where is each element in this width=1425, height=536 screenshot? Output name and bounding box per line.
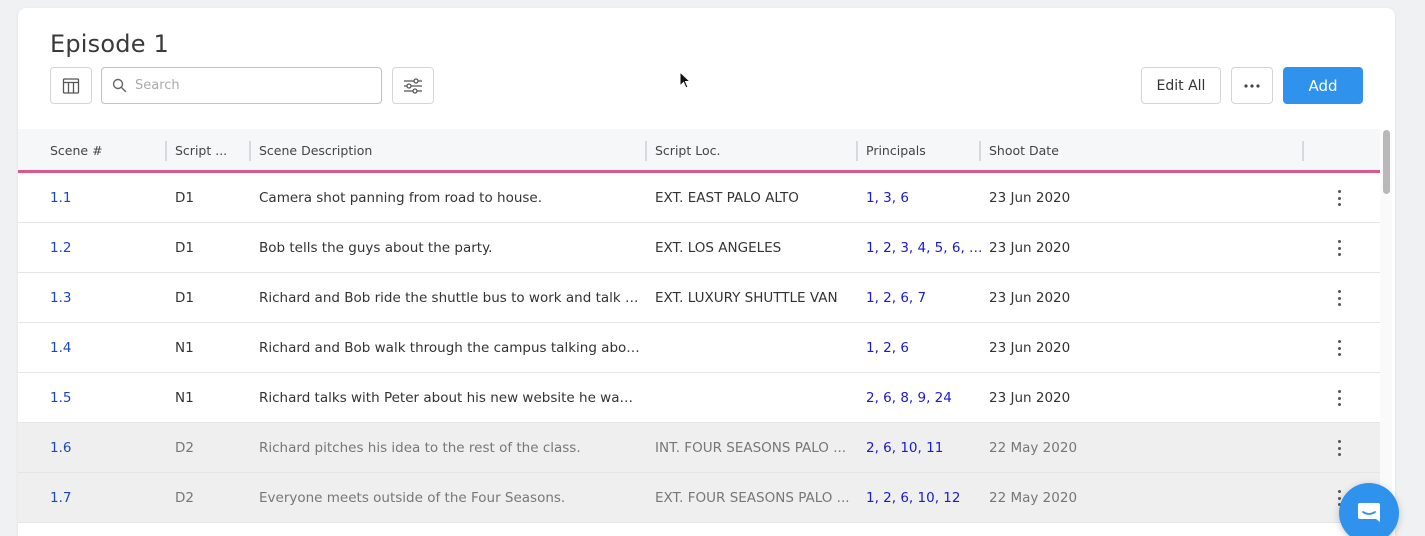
column-resize-handle[interactable]: [249, 141, 251, 161]
script-day: N1: [175, 340, 194, 356]
script-day: D2: [175, 490, 194, 506]
shoot-date: 22 May 2020: [989, 490, 1078, 506]
script-location: EXT. EAST PALO ALTO: [655, 190, 799, 206]
shoot-date: 23 Jun 2020: [989, 290, 1071, 306]
principals[interactable]: 1, 3, 6: [866, 173, 986, 223]
scene-number[interactable]: 1.4: [50, 323, 160, 373]
script-day: D1: [175, 240, 194, 256]
scene-number[interactable]: 1.3: [50, 273, 160, 323]
column-header-scene[interactable]: Scene #: [50, 129, 160, 173]
column-resize-handle[interactable]: [979, 141, 981, 161]
principals[interactable]: 2, 6, 10, 11: [866, 423, 986, 473]
column-resize-handle[interactable]: [165, 141, 167, 161]
principals[interactable]: 1, 2, 3, 4, 5, 6, 24: [866, 223, 986, 273]
column-resize-handle[interactable]: [645, 141, 647, 161]
table-header: Scene # Script ... Scene Description Scr…: [18, 129, 1380, 173]
table-row[interactable]: 1.6 D2 Richard pitches his idea to the r…: [18, 423, 1380, 473]
column-header-description[interactable]: Scene Description: [259, 129, 639, 173]
row-menu-button[interactable]: [1329, 290, 1349, 306]
filter-sliders-icon: [404, 77, 422, 94]
script-day: D2: [175, 440, 194, 456]
shoot-date: 23 Jun 2020: [989, 390, 1071, 406]
script-location: [655, 373, 851, 423]
search-input[interactable]: [135, 78, 365, 93]
search-box: [101, 67, 382, 104]
scrollbar-thumb[interactable]: [1383, 130, 1390, 194]
table-row[interactable]: 1.1 D1 Camera shot panning from road to …: [18, 173, 1380, 223]
table-row[interactable]: 1.3 D1 Richard and Bob ride the shuttle …: [18, 273, 1380, 323]
scene-number[interactable]: 1.2: [50, 223, 160, 273]
script-location: INT. FOUR SEASONS PALO ...: [655, 440, 847, 456]
cursor-icon: [679, 71, 691, 89]
chat-launcher-button[interactable]: [1339, 483, 1399, 536]
more-horizontal-icon: [1244, 83, 1260, 88]
column-resize-handle[interactable]: [856, 141, 858, 161]
principals[interactable]: 1, 2, 6, 10, 12: [866, 473, 986, 523]
more-options-button[interactable]: [1231, 67, 1273, 104]
row-menu-button[interactable]: [1329, 240, 1349, 256]
add-button[interactable]: Add: [1283, 67, 1363, 104]
shoot-date: 23 Jun 2020: [989, 190, 1071, 206]
scene-description: Richard talks with Peter about his new w…: [259, 390, 641, 406]
script-day: N1: [175, 390, 194, 406]
column-header-location[interactable]: Script Loc.: [655, 129, 855, 173]
table-row[interactable]: 1.2 D1 Bob tells the guys about the part…: [18, 223, 1380, 273]
edit-all-button[interactable]: Edit All: [1141, 67, 1221, 104]
scene-number[interactable]: 1.6: [50, 423, 160, 473]
filter-button[interactable]: [392, 67, 434, 104]
scene-description: Camera shot panning from road to house.: [259, 190, 543, 206]
table-row[interactable]: 1.4 N1 Richard and Bob walk through the …: [18, 323, 1380, 373]
row-menu-button[interactable]: [1329, 190, 1349, 206]
principals[interactable]: 1, 2, 6: [866, 323, 986, 373]
scene-description: Bob tells the guys about the party.: [259, 240, 493, 256]
search-icon: [112, 78, 127, 93]
column-header-shoot-date[interactable]: Shoot Date: [989, 129, 1289, 173]
script-day: D1: [175, 290, 194, 306]
table-scrollbar[interactable]: [1380, 130, 1392, 536]
scene-number[interactable]: 1.7: [50, 473, 160, 523]
page-title: Episode 1: [50, 30, 169, 58]
row-menu-button[interactable]: [1329, 440, 1349, 456]
column-resize-handle[interactable]: [1302, 141, 1304, 161]
script-location: EXT. LUXURY SHUTTLE VAN: [655, 290, 838, 306]
chat-icon: [1358, 503, 1380, 522]
column-header-principals[interactable]: Principals: [866, 129, 976, 173]
script-location: [655, 323, 851, 373]
columns-icon: [62, 77, 80, 94]
script-location: EXT. FOUR SEASONS PALO ...: [655, 490, 850, 506]
shoot-date: 22 May 2020: [989, 440, 1078, 456]
shoot-date: 23 Jun 2020: [989, 240, 1071, 256]
scene-description: Richard pitches his idea to the rest of …: [259, 440, 581, 456]
principals[interactable]: 2, 6, 8, 9, 24: [866, 373, 986, 423]
column-header-script-day[interactable]: Script ...: [175, 129, 245, 173]
scene-number[interactable]: 1.5: [50, 373, 160, 423]
shoot-date: 23 Jun 2020: [989, 340, 1071, 356]
scene-description: Everyone meets outside of the Four Seaso…: [259, 490, 566, 506]
script-day: D1: [175, 190, 194, 206]
principals[interactable]: 1, 2, 6, 7: [866, 273, 986, 323]
row-menu-button[interactable]: [1329, 390, 1349, 406]
columns-button[interactable]: [50, 67, 92, 104]
table-row[interactable]: 1.5 N1 Richard talks with Peter about hi…: [18, 373, 1380, 423]
scene-description: Richard and Bob walk through the campus …: [259, 340, 641, 356]
scene-description: Richard and Bob ride the shuttle bus to …: [259, 290, 641, 306]
episode-card: Episode 1 Edit All Add Scene # Script ..…: [18, 8, 1395, 536]
scene-number[interactable]: 1.1: [50, 173, 160, 223]
row-menu-button[interactable]: [1329, 340, 1349, 356]
table-row[interactable]: 1.7 D2 Everyone meets outside of the Fou…: [18, 473, 1380, 523]
script-location: EXT. LOS ANGELES: [655, 240, 782, 256]
scenes-table: Scene # Script ... Scene Description Scr…: [18, 129, 1380, 523]
